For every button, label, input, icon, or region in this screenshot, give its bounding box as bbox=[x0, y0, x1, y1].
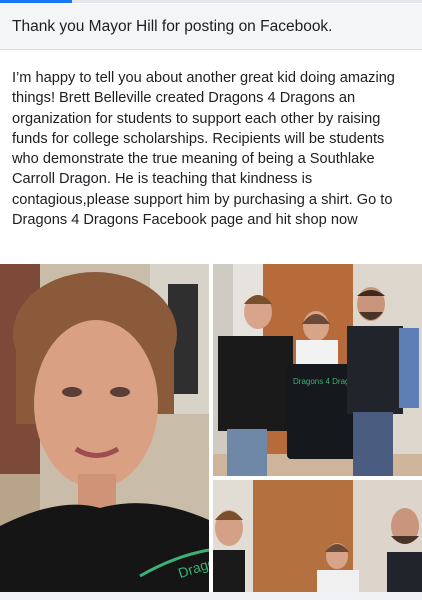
photo-main[interactable]: Dragons bbox=[0, 264, 209, 592]
photo-gallery: Dragons Dragons 4 Dragons bbox=[0, 264, 422, 592]
story-progress-track bbox=[0, 0, 422, 3]
bottom-strip bbox=[0, 592, 422, 600]
woman-selfie-photo: Dragons bbox=[0, 264, 209, 592]
top-caption: Thank you Mayor Hill for posting on Face… bbox=[0, 4, 422, 50]
photo-top-right[interactable]: Dragons 4 Dragons bbox=[213, 264, 422, 476]
post-body: I’m happy to tell you about another grea… bbox=[12, 70, 395, 229]
photo-bottom-right[interactable] bbox=[213, 480, 422, 592]
group-photo bbox=[213, 480, 422, 592]
caption-text: Thank you Mayor Hill for posting on Face… bbox=[12, 18, 333, 35]
story-progress-fill bbox=[0, 0, 72, 3]
group-holding-shirt-photo: Dragons 4 Dragons bbox=[213, 264, 422, 476]
